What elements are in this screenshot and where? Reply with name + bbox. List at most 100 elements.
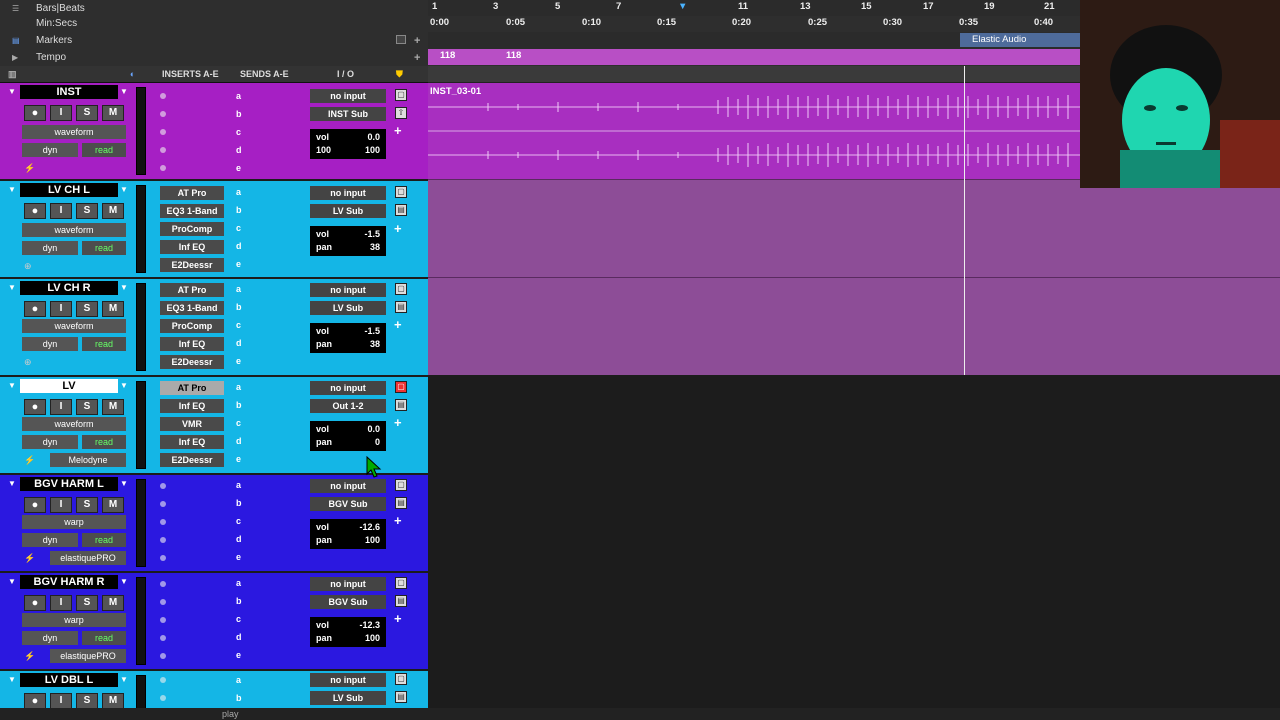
send-slot-e[interactable]: e — [236, 259, 241, 269]
insert-slot[interactable] — [160, 147, 166, 153]
insert-slot[interactable] — [160, 653, 166, 659]
track-menu-icon[interactable]: ▼ — [118, 673, 130, 687]
automation-mode-select[interactable]: read — [82, 435, 126, 449]
insert-slot[interactable] — [160, 483, 166, 489]
track-menu-icon[interactable]: ▼ — [118, 183, 130, 197]
input-selector[interactable]: no input — [310, 186, 386, 200]
elastic-plugin-select[interactable]: elastiquePRO — [50, 649, 126, 663]
tempo-ruler[interactable]: 118 118 — [428, 49, 1080, 65]
record-button[interactable]: ● — [24, 105, 46, 121]
send-slot-c[interactable]: c — [236, 320, 241, 330]
send-slot-e[interactable]: e — [236, 552, 241, 562]
pan-value[interactable]: 100 — [365, 632, 380, 645]
insert-slot[interactable] — [160, 537, 166, 543]
track-name[interactable]: LV CH R — [20, 281, 118, 295]
insert-b[interactable]: EQ3 1-Band — [160, 204, 224, 218]
mute-button[interactable]: M — [102, 105, 124, 121]
send-slot-a[interactable]: a — [236, 91, 241, 101]
volume-value[interactable]: 0.0 — [367, 423, 380, 436]
pan-value[interactable]: 0 — [375, 436, 380, 449]
track-view-select[interactable]: warp — [22, 515, 126, 529]
insert-b[interactable]: EQ3 1-Band — [160, 301, 224, 315]
output-window-icon[interactable]: ▤ — [395, 691, 407, 703]
record-button[interactable]: ● — [24, 399, 46, 415]
insert-slot[interactable] — [160, 165, 166, 171]
send-slot-b[interactable]: b — [236, 302, 242, 312]
volume-pan-box[interactable]: vol -12.3 pan 100 — [310, 617, 386, 647]
insert-a[interactable]: AT Pro — [160, 186, 224, 200]
send-slot-c[interactable]: c — [236, 516, 241, 526]
track-view-select[interactable]: waveform — [22, 125, 126, 139]
send-slot-b[interactable]: b — [236, 205, 242, 215]
record-button[interactable]: ● — [24, 497, 46, 513]
ruler-markers[interactable]: ▤ Markers + — [0, 32, 428, 49]
send-slot-d[interactable]: d — [236, 145, 242, 155]
input-monitor-icon[interactable]: ▢ — [395, 577, 407, 589]
markers-window-icon[interactable] — [396, 35, 406, 44]
insert-a[interactable]: AT Pro — [160, 283, 224, 297]
expand-icon[interactable]: ▼ — [8, 675, 16, 684]
elastic-audio-icon[interactable]: ⚡ — [24, 455, 35, 466]
send-slot-a[interactable]: a — [236, 284, 241, 294]
mute-button[interactable]: M — [102, 203, 124, 219]
ruler-menu-icon[interactable]: ☰ — [12, 4, 19, 13]
mute-button[interactable]: M — [102, 693, 124, 708]
send-slot-d[interactable]: d — [236, 632, 242, 642]
pan-value[interactable]: 100 — [365, 534, 380, 547]
output-selector[interactable]: LV Sub — [310, 691, 386, 705]
output-window-icon[interactable]: ⇧ — [395, 107, 407, 119]
insert-slot[interactable] — [160, 555, 166, 561]
solo-button[interactable]: S — [76, 203, 98, 219]
send-slot-b[interactable]: b — [236, 498, 242, 508]
output-selector[interactable]: Out 1-2 — [310, 399, 386, 413]
output-window-icon[interactable]: ▤ — [395, 204, 407, 216]
mute-button[interactable]: M — [102, 497, 124, 513]
add-tempo-icon[interactable]: + — [414, 52, 420, 64]
send-slot-d[interactable]: d — [236, 338, 242, 348]
insert-slot[interactable] — [160, 519, 166, 525]
output-selector[interactable]: LV Sub — [310, 204, 386, 218]
insert-slot[interactable] — [160, 599, 166, 605]
automation-mode-select[interactable]: read — [82, 241, 126, 255]
insert-d[interactable]: Inf EQ — [160, 435, 224, 449]
volume-value[interactable]: 0.0 — [367, 131, 380, 144]
solo-button[interactable]: S — [76, 399, 98, 415]
input-monitor-button[interactable]: I — [50, 105, 72, 121]
automation-mode-select[interactable]: read — [82, 631, 126, 645]
send-slot-b[interactable]: b — [236, 400, 242, 410]
add-send-icon[interactable]: + — [394, 221, 402, 236]
add-send-icon[interactable]: + — [394, 415, 402, 430]
output-window-icon[interactable]: ▤ — [395, 399, 407, 411]
automation-mode-select[interactable]: read — [82, 337, 126, 351]
expand-icon[interactable]: ▼ — [8, 381, 16, 390]
track-name[interactable]: LV DBL L — [20, 673, 118, 687]
record-button[interactable]: ● — [24, 301, 46, 317]
input-selector[interactable]: no input — [310, 479, 386, 493]
volume-pan-box[interactable]: vol -1.5 pan 38 — [310, 323, 386, 353]
automation-param-select[interactable]: dyn — [22, 241, 78, 255]
volume-value[interactable]: -12.6 — [359, 521, 380, 534]
volume-value[interactable]: -12.3 — [359, 619, 380, 632]
expand-icon[interactable]: ▼ — [8, 87, 16, 96]
track-view-select[interactable]: waveform — [22, 417, 126, 431]
solo-button[interactable]: S — [76, 105, 98, 121]
send-slot-a[interactable]: a — [236, 578, 241, 588]
elastic-audio-icon[interactable]: ⊕ — [24, 261, 32, 272]
send-slot-c[interactable]: c — [236, 223, 241, 233]
send-slot-b[interactable]: b — [236, 596, 242, 606]
elastic-audio-icon[interactable]: ⚡ — [24, 163, 35, 174]
volume-pan-box[interactable]: vol 0.0 100 100 — [310, 129, 386, 159]
output-window-icon[interactable]: ▤ — [395, 301, 407, 313]
insert-slot[interactable] — [160, 695, 166, 701]
insert-slot[interactable] — [160, 617, 166, 623]
automation-param-select[interactable]: dyn — [22, 337, 78, 351]
input-monitor-button[interactable]: I — [50, 301, 72, 317]
output-selector[interactable]: LV Sub — [310, 301, 386, 315]
inserts-header[interactable]: INSERTS A-E — [162, 69, 219, 79]
input-selector[interactable]: no input — [310, 673, 386, 687]
insert-d[interactable]: Inf EQ — [160, 337, 224, 351]
send-slot-d[interactable]: d — [236, 534, 242, 544]
pan-value[interactable]: 38 — [370, 338, 380, 351]
record-button[interactable]: ● — [24, 203, 46, 219]
insert-e[interactable]: E2Deessr — [160, 453, 224, 467]
